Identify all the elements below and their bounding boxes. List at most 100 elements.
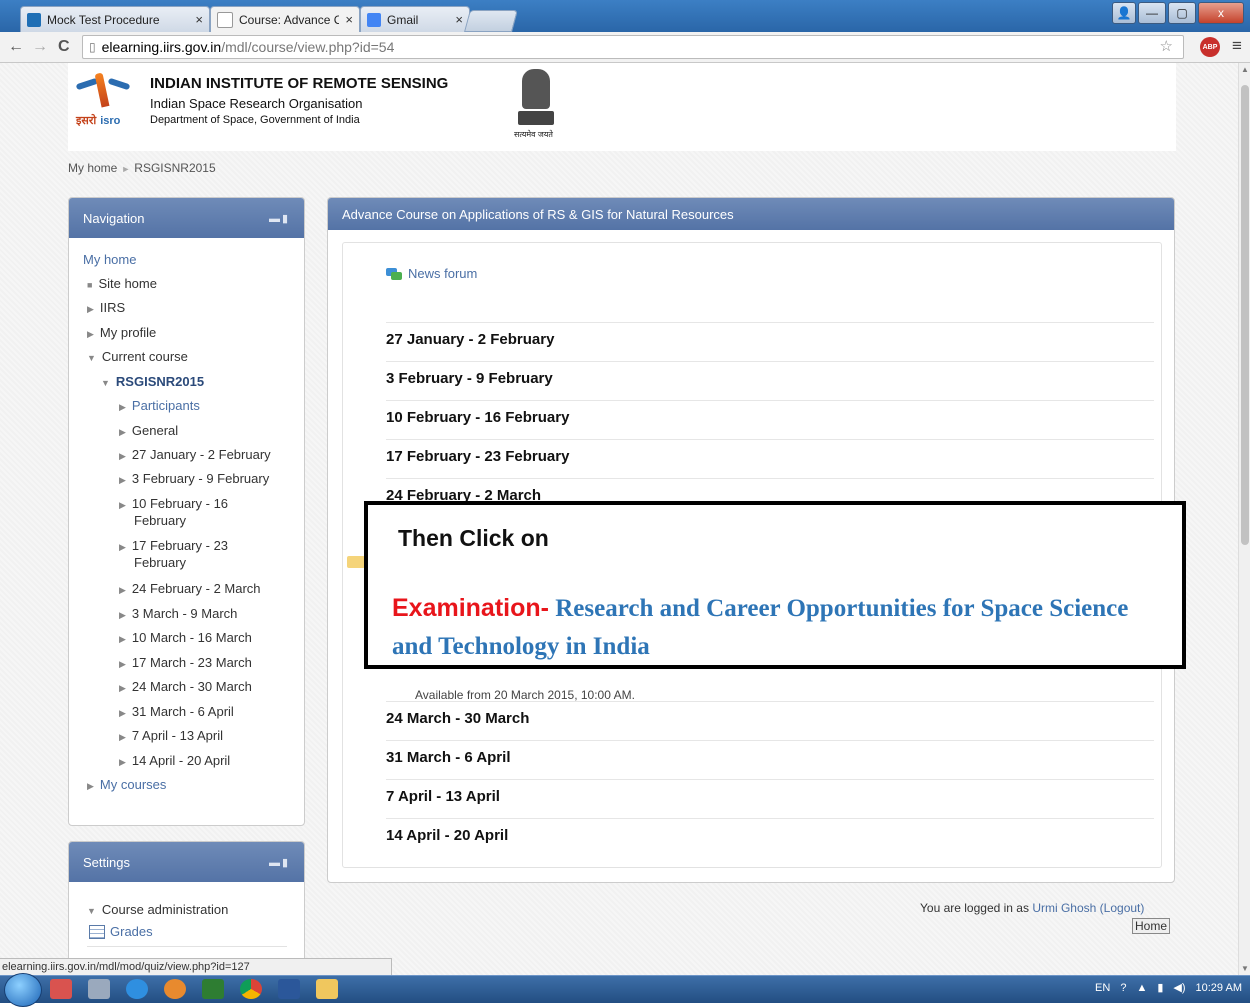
instruction-callout: Then Click on Examination- Research and … <box>364 501 1186 669</box>
breadcrumb-separator-icon: ► <box>121 164 131 174</box>
back-button[interactable]: ← <box>8 38 24 56</box>
system-tray: EN ? ▲ ▮ ◀) 10:29 AM <box>1095 981 1242 995</box>
excel-icon[interactable] <box>202 979 224 999</box>
nav-section[interactable]: ▶ 24 March - 30 March <box>119 679 252 696</box>
page-icon: ▯ <box>89 40 96 54</box>
user-profile-link[interactable]: Urmi Ghosh <box>1032 901 1096 915</box>
course-title: Advance Course on Applications of RS & G… <box>342 206 734 222</box>
taskbar-app-icon[interactable] <box>88 979 110 999</box>
adblock-icon[interactable]: ABP <box>1200 37 1220 57</box>
browser-tab-bar: Mock Test Procedure × Course: Advance Co… <box>0 0 1250 32</box>
bookmark-star-icon[interactable]: ☆ <box>1160 37 1173 55</box>
browser-toolbar: ← → C ▯ elearning.iirs.gov.in/mdl/course… <box>0 32 1250 63</box>
page-viewport: इसरो isro INDIAN INSTITUTE OF REMOTE SENS… <box>0 63 1238 975</box>
tab-mock-test[interactable]: Mock Test Procedure × <box>20 6 210 32</box>
page-scrollbar[interactable]: ▲ ▼ <box>1238 63 1250 975</box>
close-window-button[interactable]: x <box>1198 2 1244 24</box>
nav-section[interactable]: ▶ 24 February - 2 March <box>119 581 261 598</box>
logout-link[interactable]: (Logout) <box>1100 901 1145 915</box>
login-info: You are logged in as Urmi Ghosh (Logout) <box>920 901 1145 915</box>
new-tab-button[interactable] <box>464 10 518 32</box>
tray-expand-icon[interactable]: ▲ <box>1136 982 1147 994</box>
tab-gmail[interactable]: Gmail × <box>360 6 470 32</box>
section-heading: 14 April - 20 April <box>386 818 1154 857</box>
block-controls-icon[interactable]: ▬▮ <box>269 856 290 869</box>
section-heading: 7 April - 13 April <box>386 779 1154 818</box>
url-path: /mdl/course/view.php?id=54 <box>221 39 395 55</box>
minimize-button[interactable]: — <box>1138 2 1166 24</box>
maximize-button[interactable]: ▢ <box>1168 2 1196 24</box>
nav-section[interactable]: ▶ 17 March - 23 March <box>119 655 252 672</box>
section-heading: 31 March - 6 April <box>386 740 1154 779</box>
address-bar[interactable]: ▯ elearning.iirs.gov.in/mdl/course/view.… <box>82 35 1184 59</box>
help-icon[interactable]: ? <box>1120 982 1126 994</box>
block-controls-icon[interactable]: ▬▮ <box>269 212 290 225</box>
breadcrumb-my-home[interactable]: My home <box>68 161 117 175</box>
nav-my-courses[interactable]: ▶ My courses <box>87 777 166 794</box>
forum-icon <box>386 267 402 280</box>
taskbar-app-icon[interactable] <box>50 979 72 999</box>
status-bar: elearning.iirs.gov.in/mdl/mod/quiz/view.… <box>0 958 392 975</box>
nav-section[interactable]: ▶ 7 April - 13 April <box>119 728 223 745</box>
news-forum-link[interactable]: News forum <box>386 266 477 281</box>
callout-title: Then Click on <box>398 525 549 551</box>
nav-section[interactable]: ▶ 31 March - 6 April <box>119 704 234 721</box>
tab-close-icon[interactable]: × <box>195 12 203 27</box>
nav-site-home[interactable]: ■ Site home <box>87 276 157 293</box>
explorer-icon[interactable] <box>316 979 338 999</box>
tab-close-icon[interactable]: × <box>455 12 463 27</box>
chrome-icon[interactable] <box>240 979 262 999</box>
nav-section[interactable]: ▶ 27 January - 2 February <box>119 447 271 464</box>
nav-my-profile[interactable]: ▶ My profile <box>87 325 156 342</box>
home-button[interactable]: Home <box>1132 918 1171 934</box>
navigation-title: Navigation <box>83 210 145 226</box>
settings-block-header: Settings ▬▮ <box>69 842 304 882</box>
tab-close-icon[interactable]: × <box>345 12 353 27</box>
breadcrumb-course[interactable]: RSGISNR2015 <box>134 161 215 175</box>
tab-label: Mock Test Procedure <box>47 12 160 27</box>
nav-course-rsgisnr2015[interactable]: ▼ RSGISNR2015 <box>101 374 204 391</box>
windows-taskbar: EN ? ▲ ▮ ◀) 10:29 AM <box>0 973 1250 1007</box>
grades-icon <box>89 924 105 939</box>
isro-logo: इसरो isro <box>75 71 132 129</box>
reload-button[interactable]: C <box>58 38 70 56</box>
clock[interactable]: 10:29 AM <box>1196 982 1242 994</box>
nav-participants[interactable]: ▶ Participants <box>119 398 200 415</box>
examination-link[interactable]: Examination- Research and Career Opportu… <box>392 589 1162 666</box>
section-heading: 10 February - 16 February <box>386 400 1154 439</box>
nav-my-home[interactable]: My home <box>83 252 136 268</box>
forward-button[interactable]: → <box>32 38 48 56</box>
nav-current-course[interactable]: ▼ Current course <box>87 349 188 366</box>
nav-iirs[interactable]: ▶ IIRS <box>87 300 125 317</box>
word-icon[interactable] <box>278 979 300 999</box>
gmail-favicon-icon <box>367 12 381 27</box>
nav-section[interactable]: ▶ 14 April - 20 April <box>119 753 230 770</box>
language-indicator[interactable]: EN <box>1095 982 1110 994</box>
nav-section[interactable]: ▶ 3 February - 9 February <box>119 471 269 488</box>
ie-icon[interactable] <box>126 979 148 999</box>
folder-icon <box>347 556 365 568</box>
nav-grades[interactable]: Grades <box>89 924 153 939</box>
nav-course-administration[interactable]: ▼ Course administration <box>87 902 228 917</box>
user-icon[interactable]: 👤 <box>1112 2 1136 24</box>
volume-icon[interactable]: ◀) <box>1173 981 1185 994</box>
navigation-block: Navigation ▬▮ My home ■ Site home ▶ IIRS ▶… <box>68 197 305 826</box>
firefox-icon[interactable] <box>164 979 186 999</box>
network-icon[interactable]: ▮ <box>1157 981 1163 994</box>
nav-section[interactable]: ▶ 3 March - 9 March <box>119 606 237 623</box>
institute-title: INDIAN INSTITUTE OF REMOTE SENSING <box>150 75 449 92</box>
nav-section[interactable]: ▶ 10 March - 16 March <box>119 630 252 647</box>
navigation-block-header: Navigation ▬▮ <box>69 198 304 238</box>
nav-section-general[interactable]: ▶ General <box>119 423 178 440</box>
institute-subtitle: Indian Space Research Organisation <box>150 96 363 111</box>
nav-section[interactable]: ▶ 10 February - 16 February <box>119 496 228 529</box>
breadcrumb: My home ► RSGISNR2015 <box>68 161 216 175</box>
browser-menu-icon[interactable]: ≡ <box>1232 36 1242 56</box>
section-heading: 27 January - 2 February <box>386 322 1154 361</box>
examination-label: Examination- <box>392 594 549 622</box>
tab-course[interactable]: Course: Advance Course o × <box>210 6 360 32</box>
nav-section[interactable]: ▶ 17 February - 23 February <box>119 538 228 571</box>
scrollbar-thumb[interactable] <box>1241 85 1249 545</box>
site-header: इसरो isro INDIAN INSTITUTE OF REMOTE SENS… <box>68 63 1176 151</box>
availability-note: Available from 20 March 2015, 10:00 AM. <box>415 688 635 702</box>
